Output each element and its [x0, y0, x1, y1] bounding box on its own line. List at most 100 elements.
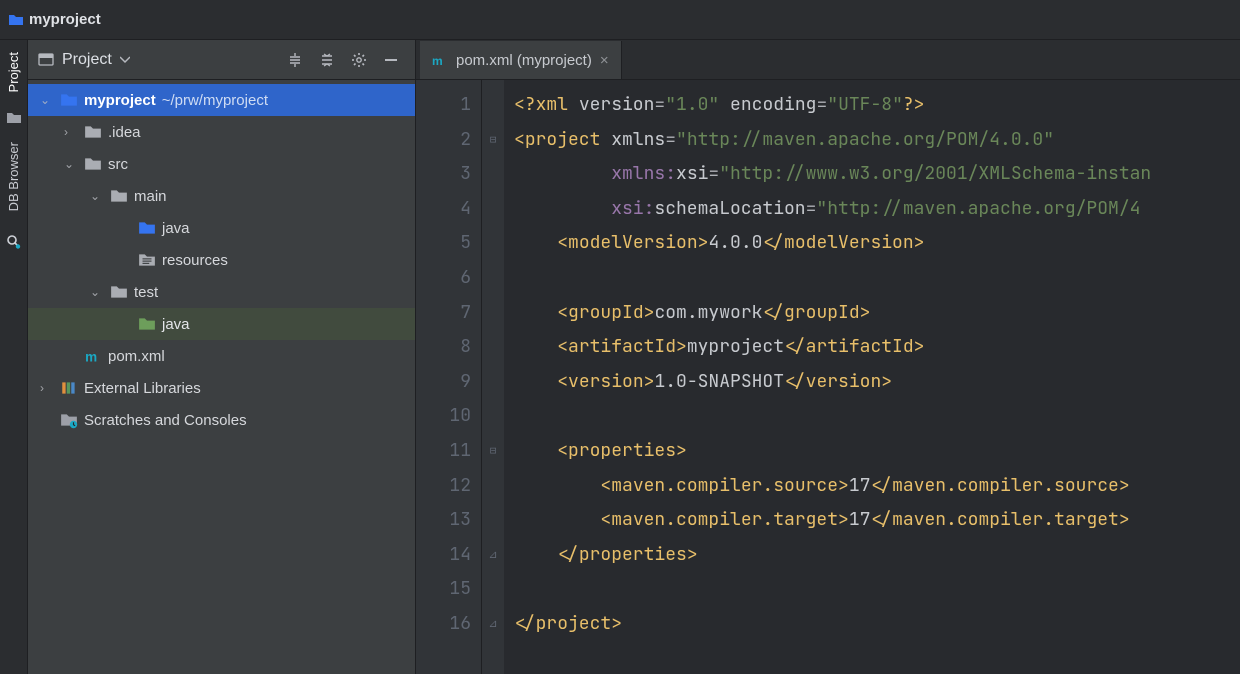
code-line[interactable]: xsi:schemaLocation="http://maven.apache.… — [514, 192, 1240, 227]
code-line[interactable]: <artifactId>myproject</artifactId> — [514, 330, 1240, 365]
project-view-icon — [38, 52, 54, 68]
settings-button[interactable] — [345, 46, 373, 74]
fold-spacer — [482, 330, 504, 365]
chevron-down-icon[interactable]: ⌄ — [90, 285, 104, 299]
chevron-down-icon[interactable] — [120, 55, 130, 65]
tree-row-java[interactable]: java — [28, 308, 415, 340]
code-line[interactable] — [514, 261, 1240, 296]
token-ang: > — [881, 370, 892, 393]
chevron-right-icon[interactable]: › — [40, 381, 54, 395]
token-ang: </ — [557, 543, 579, 566]
line-number[interactable]: 9 — [416, 365, 471, 400]
fold-close-icon[interactable]: ⊿ — [482, 607, 504, 642]
code-line[interactable] — [514, 572, 1240, 607]
token-txt: 1.0-SNAPSHOT — [654, 370, 784, 393]
token-tag: groupId — [568, 301, 644, 324]
code-line[interactable]: <modelVersion>4.0.0</modelVersion> — [514, 226, 1240, 261]
line-number[interactable]: 10 — [416, 399, 471, 434]
token-tag: modelVersion — [784, 231, 914, 254]
token-tag: artifactId — [806, 335, 914, 358]
code-line[interactable]: </properties> — [514, 538, 1240, 573]
fold-open-icon[interactable]: ⊟ — [482, 434, 504, 469]
token-txt — [514, 335, 557, 358]
code-area[interactable]: 12345678910111213141516 ⊟⊟⊿⊿ <?xml versi… — [416, 80, 1240, 674]
code-line[interactable]: </project> — [514, 607, 1240, 642]
token-eq: = — [665, 128, 676, 151]
gutter[interactable]: 12345678910111213141516 — [416, 80, 482, 674]
tree-row-test[interactable]: ⌄test — [28, 276, 415, 308]
token-ns: xsi: — [611, 197, 654, 220]
line-number[interactable]: 13 — [416, 503, 471, 538]
token-ang: </ — [762, 231, 784, 254]
libraries-icon — [60, 379, 78, 397]
code-line[interactable]: <maven.compiler.source>17</maven.compile… — [514, 469, 1240, 504]
code-line[interactable]: <version>1.0-SNAPSHOT</version> — [514, 365, 1240, 400]
select-opened-file-button[interactable] — [281, 46, 309, 74]
folder-blue-icon — [60, 91, 78, 109]
line-number[interactable]: 11 — [416, 434, 471, 469]
token-eq: = — [708, 162, 719, 185]
chevron-right-icon[interactable]: › — [64, 125, 78, 139]
chevron-down-icon[interactable]: ⌄ — [40, 93, 54, 107]
line-number[interactable]: 6 — [416, 261, 471, 296]
chevron-down-icon[interactable]: ⌄ — [90, 189, 104, 203]
tree-row--idea[interactable]: ›.idea — [28, 116, 415, 148]
token-tag: maven.compiler.target — [611, 508, 838, 531]
tree-row-resources[interactable]: resources — [28, 244, 415, 276]
fold-spacer — [482, 399, 504, 434]
line-number[interactable]: 15 — [416, 572, 471, 607]
tree-label: resources — [162, 252, 228, 269]
fold-column[interactable]: ⊟ ⊟ ⊿ ⊿ — [482, 80, 504, 674]
tree-row-java[interactable]: java — [28, 212, 415, 244]
editor-tab[interactable]: m pom.xml (myproject) × — [420, 41, 622, 79]
line-number[interactable]: 7 — [416, 296, 471, 331]
tree-row-src[interactable]: ⌄src — [28, 148, 415, 180]
fold-close-icon[interactable]: ⊿ — [482, 538, 504, 573]
hide-button[interactable] — [377, 46, 405, 74]
code-editor[interactable]: <?xml version="1.0" encoding="UTF-8"?><p… — [504, 80, 1240, 674]
fold-open-icon[interactable]: ⊟ — [482, 123, 504, 158]
maven-icon: m — [432, 52, 448, 68]
code-line[interactable]: <maven.compiler.target>17</maven.compile… — [514, 503, 1240, 538]
project-tree[interactable]: ⌄myproject ~/prw/myproject›.idea⌄src⌄mai… — [28, 80, 415, 674]
chevron-down-icon[interactable]: ⌄ — [64, 157, 78, 171]
breadcrumb-project[interactable]: myproject — [29, 11, 101, 28]
line-number[interactable]: 2 — [416, 123, 471, 158]
line-number[interactable]: 14 — [416, 538, 471, 573]
line-number[interactable]: 1 — [416, 88, 471, 123]
expand-all-button[interactable] — [313, 46, 341, 74]
line-number[interactable]: 3 — [416, 157, 471, 192]
token-ang: < — [514, 128, 525, 151]
code-line[interactable]: <project xmlns="http://maven.apache.org/… — [514, 123, 1240, 158]
line-number[interactable]: 12 — [416, 469, 471, 504]
search-db-icon[interactable] — [6, 234, 22, 250]
line-number[interactable]: 8 — [416, 330, 471, 365]
token-eq: = — [816, 93, 827, 116]
token-ang: > — [914, 335, 925, 358]
editor-area: m pom.xml (myproject) × 1234567891011121… — [416, 40, 1240, 674]
project-header-title[interactable]: Project — [62, 51, 112, 69]
token-ang: </ — [762, 301, 784, 324]
token-ang: > — [1119, 508, 1130, 531]
code-line[interactable]: <groupId>com.mywork</groupId> — [514, 296, 1240, 331]
tree-row-external-libraries[interactable]: ›External Libraries — [28, 372, 415, 404]
line-number[interactable]: 5 — [416, 226, 471, 261]
token-tag: maven.compiler.source — [611, 474, 838, 497]
tree-row-myproject[interactable]: ⌄myproject ~/prw/myproject — [28, 84, 415, 116]
code-line[interactable]: <properties> — [514, 434, 1240, 469]
code-line[interactable]: xmlns:xsi="http://www.w3.org/2001/XMLSch… — [514, 157, 1240, 192]
folder-icon[interactable] — [6, 110, 22, 126]
code-line[interactable] — [514, 399, 1240, 434]
tree-row-scratches-and-consoles[interactable]: Scratches and Consoles — [28, 404, 415, 436]
token-attr: version — [579, 93, 655, 116]
toolstrip-db-browser[interactable]: DB Browser — [6, 138, 21, 215]
line-number[interactable]: 4 — [416, 192, 471, 227]
close-icon[interactable]: × — [600, 52, 609, 69]
token-ang: </ — [784, 370, 806, 393]
line-number[interactable]: 16 — [416, 607, 471, 642]
tree-row-pom-xml[interactable]: mpom.xml — [28, 340, 415, 372]
code-line[interactable]: <?xml version="1.0" encoding="UTF-8"?> — [514, 88, 1240, 123]
token-txt: 17 — [849, 474, 871, 497]
tree-row-main[interactable]: ⌄main — [28, 180, 415, 212]
toolstrip-project[interactable]: Project — [6, 48, 21, 96]
